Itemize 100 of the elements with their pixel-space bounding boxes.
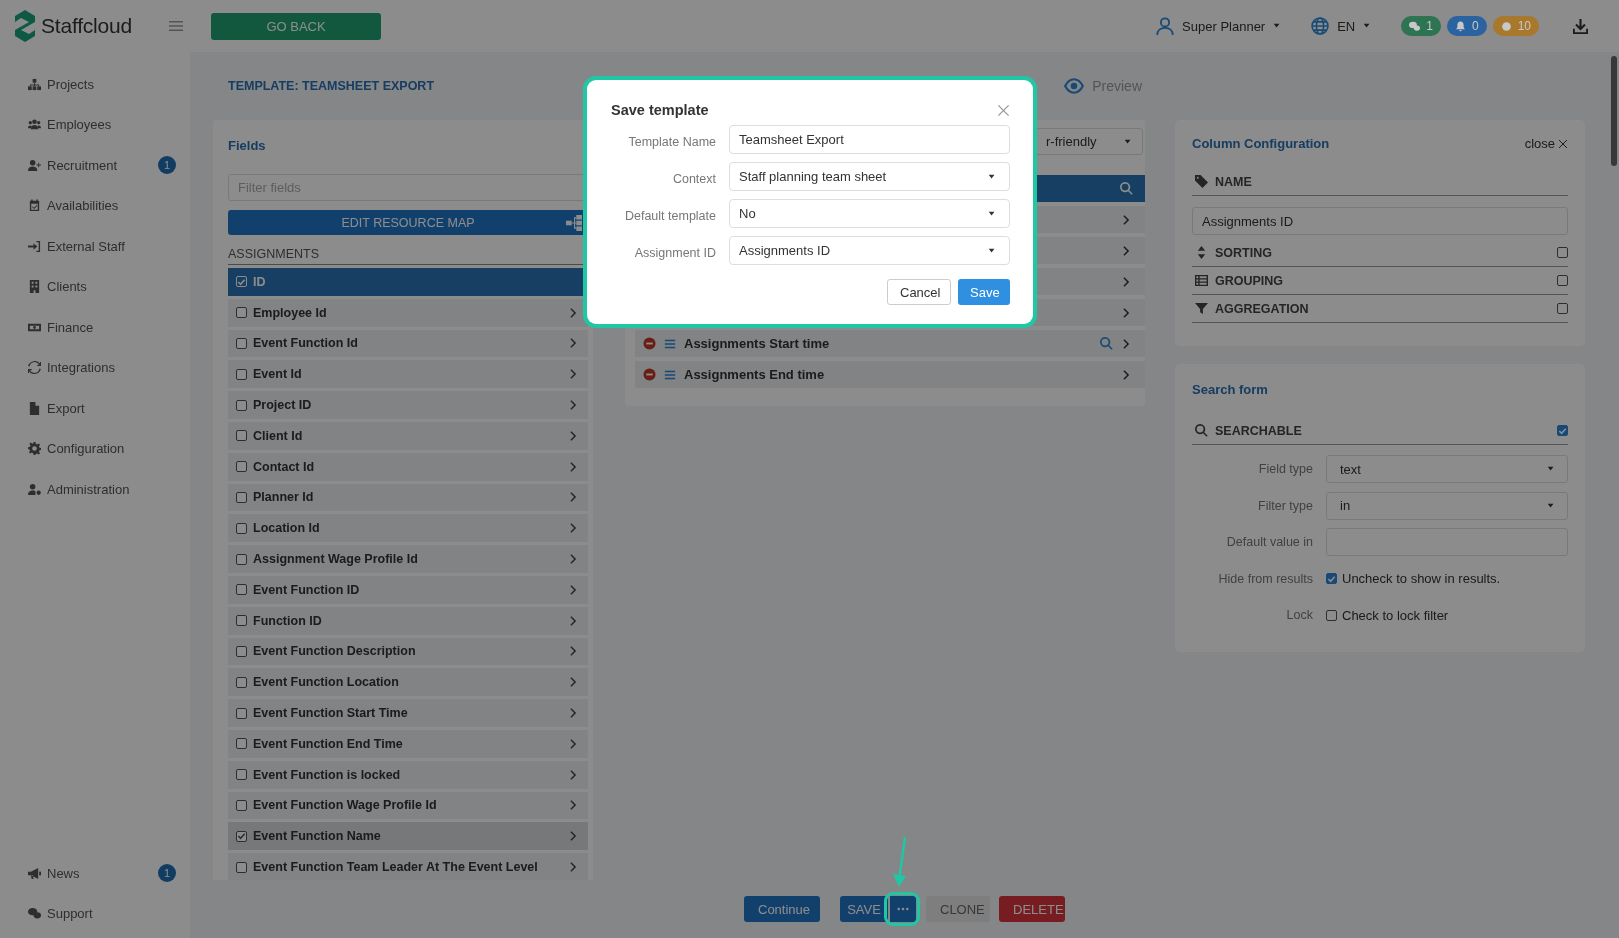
checkbox[interactable] (1326, 609, 1337, 621)
count-badge: 1 (158, 156, 176, 175)
refresh-icon (28, 361, 41, 375)
checkbox[interactable] (236, 461, 247, 473)
annotation-arrow (890, 836, 908, 888)
checkbox[interactable] (236, 738, 247, 750)
sidebar-item[interactable]: Support (0, 893, 190, 934)
user-gear-icon (28, 482, 41, 496)
field-item[interactable]: Contact Id (228, 452, 588, 481)
save-button[interactable]: SAVE (840, 896, 888, 922)
close-button[interactable] (997, 103, 1010, 117)
checkbox[interactable] (236, 584, 247, 596)
delete-button[interactable]: DELETE (999, 896, 1065, 922)
field-item[interactable]: Event Function Id (228, 329, 588, 358)
field-item[interactable]: Event Function Start Time (228, 699, 588, 727)
checkbox[interactable] (236, 830, 247, 842)
more-button[interactable] (890, 896, 916, 922)
checkbox[interactable] (1557, 303, 1568, 314)
select-field[interactable]: Assignments ID (729, 236, 1010, 265)
field-item[interactable]: Event Function End Time (228, 729, 588, 758)
clone-button[interactable]: CLONE (926, 896, 990, 922)
field-item[interactable]: Function ID (228, 606, 588, 635)
tree-icon (566, 215, 582, 231)
sidebar-item[interactable]: Configuration (0, 428, 190, 469)
field-label: Lock (1285, 608, 1313, 623)
sidebar-item[interactable]: Projects (0, 64, 190, 105)
tag-icon (1195, 175, 1208, 188)
field-item[interactable]: Event Function Name (228, 822, 588, 851)
field-item[interactable]: Event Function ID (228, 575, 588, 604)
select-field[interactable]: Staff planning team sheet (729, 162, 1010, 191)
checkbox[interactable] (236, 861, 247, 873)
checkbox[interactable] (236, 399, 247, 411)
scrollbar[interactable] (1611, 56, 1617, 166)
checkbox[interactable] (236, 707, 247, 719)
checkbox[interactable] (236, 522, 247, 534)
page-title: TEMPLATE: TEAMSHEET EXPORT (228, 79, 435, 93)
view-select[interactable]: r-friendly (1035, 128, 1143, 155)
count-badge: 1 (158, 864, 176, 883)
checkbox[interactable] (236, 553, 247, 565)
sidebar-item[interactable]: Export (0, 388, 190, 429)
select-field[interactable]: text (1326, 455, 1568, 484)
checkbox[interactable] (1557, 247, 1568, 258)
checkbox[interactable] (236, 799, 247, 811)
field-item[interactable]: Event Function Team Leader At The Event Level (228, 853, 588, 880)
checkbox[interactable] (236, 769, 247, 781)
counter-badge[interactable]: 0 (1446, 16, 1487, 36)
section-label: AGGREGATION (1215, 301, 1310, 316)
sidebar-item[interactable]: Finance (0, 307, 190, 348)
save-button[interactable]: Save (958, 279, 1010, 305)
checkbox[interactable] (1557, 425, 1568, 436)
field-label: Filter type (1257, 498, 1313, 513)
field-item[interactable]: Event Id (228, 360, 588, 389)
close-button[interactable]: close (1524, 136, 1568, 151)
checkbox[interactable] (236, 338, 247, 349)
field-item[interactable]: Location Id (228, 514, 588, 543)
settings-icon (28, 442, 41, 456)
checkbox[interactable] (1326, 573, 1337, 585)
counter-badge[interactable]: 10 (1492, 16, 1539, 36)
field-item[interactable]: Event Function Description (228, 637, 588, 666)
checkbox[interactable] (236, 676, 247, 688)
field-item[interactable]: Event Function Wage Profile Id (228, 791, 588, 820)
column-row[interactable]: Assignments End time (635, 361, 1145, 388)
checkbox[interactable] (236, 615, 247, 627)
checkbox[interactable] (236, 368, 247, 380)
checkbox[interactable] (236, 430, 247, 442)
field-item[interactable]: Event Function is locked (228, 760, 588, 789)
section-label: SORTING (1215, 245, 1273, 260)
continue-button[interactable]: Continue (744, 896, 820, 922)
checkbox[interactable] (236, 307, 247, 319)
sidebar-item[interactable]: Clients (0, 266, 190, 307)
field-item[interactable]: Planner Id (228, 483, 588, 512)
sidebar-item[interactable]: Administration (0, 469, 190, 510)
input-field[interactable]: Teamsheet Export (729, 125, 1010, 154)
sidebar-item[interactable]: Employees (0, 104, 190, 145)
building-icon (28, 280, 41, 294)
sidebar-item[interactable]: Integrations (0, 347, 190, 388)
sidebar-item[interactable]: External Staff (0, 226, 190, 267)
section-label: SEARCHABLE (1215, 423, 1303, 438)
calendar-icon (28, 199, 41, 213)
name-field[interactable]: Assignments ID (1192, 207, 1568, 235)
checkbox[interactable] (236, 491, 247, 503)
sidebar-item[interactable]: Recruitment 1 (0, 145, 190, 186)
field-label: Context (671, 170, 716, 186)
counter-badge[interactable]: 1 (1401, 16, 1441, 36)
field-item[interactable]: Event Function Location (228, 668, 588, 697)
select-field[interactable]: No (729, 199, 1010, 228)
go-back-button[interactable]: GO BACK (211, 12, 381, 40)
field-item[interactable]: Project ID (228, 391, 588, 419)
cancel-button[interactable]: Cancel (887, 279, 951, 305)
checkbox[interactable] (236, 645, 247, 657)
column-row[interactable]: Assignments Start time (635, 330, 1145, 357)
user-menu[interactable]: Super Planner (1156, 17, 1284, 35)
field-item[interactable]: Client Id (228, 422, 588, 450)
checkbox[interactable] (1557, 275, 1568, 286)
field-item[interactable]: Employee Id (228, 298, 588, 327)
field-item[interactable]: Assignment Wage Profile Id (228, 545, 588, 573)
language-menu[interactable]: EN (1311, 17, 1374, 35)
sidebar-item[interactable]: Availabilities (0, 185, 190, 226)
sidebar-item[interactable]: News 1 (0, 853, 190, 894)
select-field[interactable]: in (1326, 491, 1568, 520)
